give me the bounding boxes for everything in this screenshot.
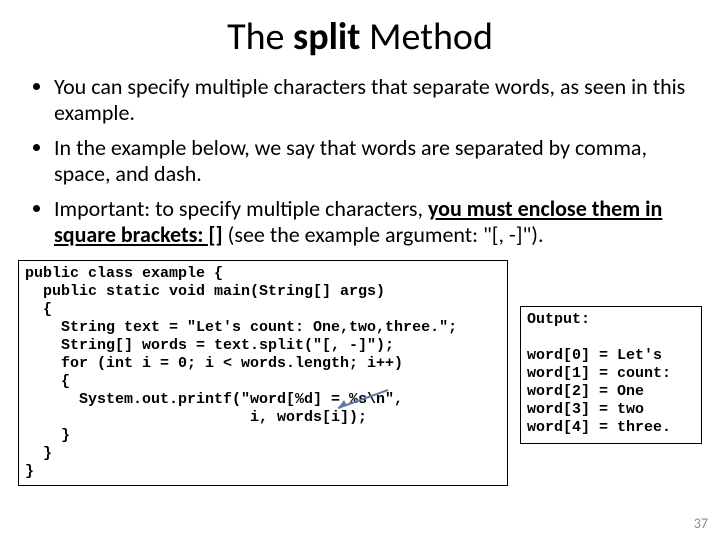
title-post: Method <box>360 14 492 60</box>
bullet-3-tail: (see the example argument: "[, -]"). <box>223 221 544 248</box>
output-box: Output: word[0] = Let's word[1] = count:… <box>520 306 702 444</box>
code-box: public class example { public static voi… <box>18 260 508 486</box>
title-pre: The <box>227 14 293 60</box>
bullet-list: You can specify multiple characters that… <box>18 74 702 248</box>
bullet-3-lead: Important: to specify multiple character… <box>54 195 428 222</box>
lower-row: public class example { public static voi… <box>18 260 702 486</box>
slide-number: 37 <box>694 515 708 532</box>
bullet-1: You can specify multiple characters that… <box>54 74 692 127</box>
bullet-3: Important: to specify multiple character… <box>54 196 692 249</box>
slide: The split Method You can specify multipl… <box>0 0 720 540</box>
page-title: The split Method <box>18 14 702 60</box>
bullet-2: In the example below, we say that words … <box>54 135 692 188</box>
title-strong: split <box>293 14 360 60</box>
